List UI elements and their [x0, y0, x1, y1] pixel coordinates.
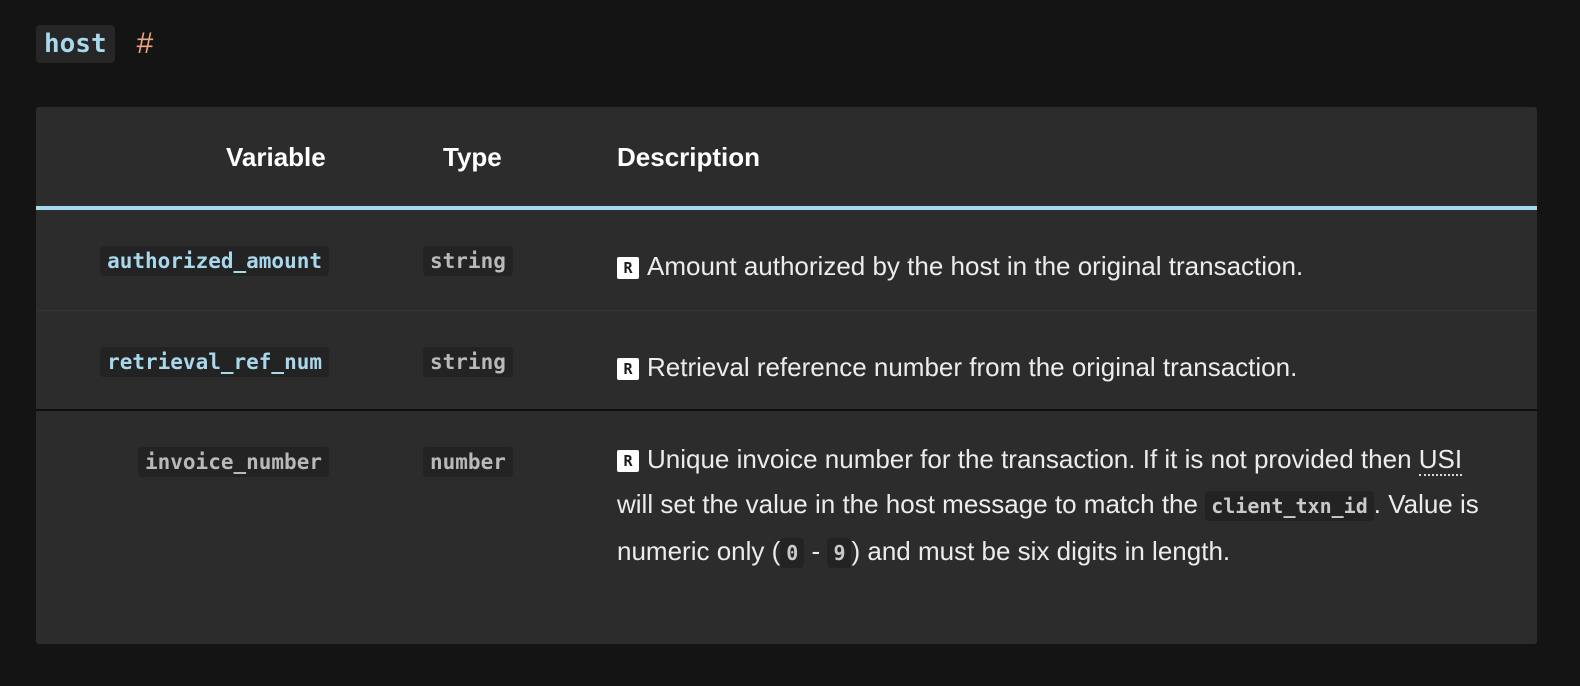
- inline-code: 0: [780, 538, 805, 568]
- description-cell: R Amount authorized by the host in the or…: [617, 244, 1497, 289]
- description-text: will set the value in the host message t…: [617, 489, 1206, 519]
- required-badge-icon: R: [617, 450, 639, 472]
- description-cell: R Retrieval reference number from the ori…: [617, 345, 1497, 390]
- variable-name: retrieval_ref_num: [100, 347, 329, 377]
- variable-cell: invoice_number: [137, 447, 329, 477]
- description-text: ) and must be six digits in length.: [851, 536, 1231, 566]
- table-row: retrieval_ref_num string R Retrieval refe…: [36, 311, 1537, 411]
- description-cell: R Unique invoice number for the transacti…: [617, 437, 1497, 576]
- variable-cell: retrieval_ref_num: [100, 347, 329, 377]
- column-header-type: Type: [443, 142, 502, 172]
- usi-abbreviation[interactable]: USI: [1418, 444, 1463, 476]
- parameters-table: Variable Type Description authorized_amo…: [36, 107, 1537, 644]
- variable-name: invoice_number: [137, 447, 329, 477]
- type-cell: string: [423, 347, 513, 377]
- section-title: host: [36, 25, 115, 63]
- type-cell: string: [423, 246, 513, 276]
- column-header-variable: Variable: [226, 142, 326, 172]
- type-name: string: [423, 246, 513, 276]
- column-header-description: Description: [617, 142, 761, 172]
- inline-code: 9: [827, 538, 852, 568]
- table-row: authorized_amount string R Amount authori…: [36, 210, 1537, 311]
- type-cell: number: [423, 447, 513, 477]
- anchor-link[interactable]: #: [137, 27, 154, 61]
- type-name: string: [423, 347, 513, 377]
- type-name: number: [423, 447, 513, 477]
- required-badge-icon: R: [617, 358, 639, 380]
- table-row: invoice_number number R Unique invoice nu…: [36, 411, 1537, 644]
- variable-cell: authorized_amount: [100, 246, 329, 276]
- required-badge-icon: R: [617, 257, 639, 279]
- description-text: -: [804, 536, 828, 566]
- description-text: Amount authorized by the host in the ori…: [647, 251, 1304, 281]
- description-text: Retrieval reference number from the orig…: [647, 352, 1298, 382]
- table-header: Variable Type Description: [36, 107, 1537, 210]
- section-heading: host #: [36, 25, 153, 63]
- variable-name: authorized_amount: [100, 246, 329, 276]
- inline-code: client_txn_id: [1205, 491, 1374, 521]
- description-text: Unique invoice number for the transactio…: [647, 444, 1419, 474]
